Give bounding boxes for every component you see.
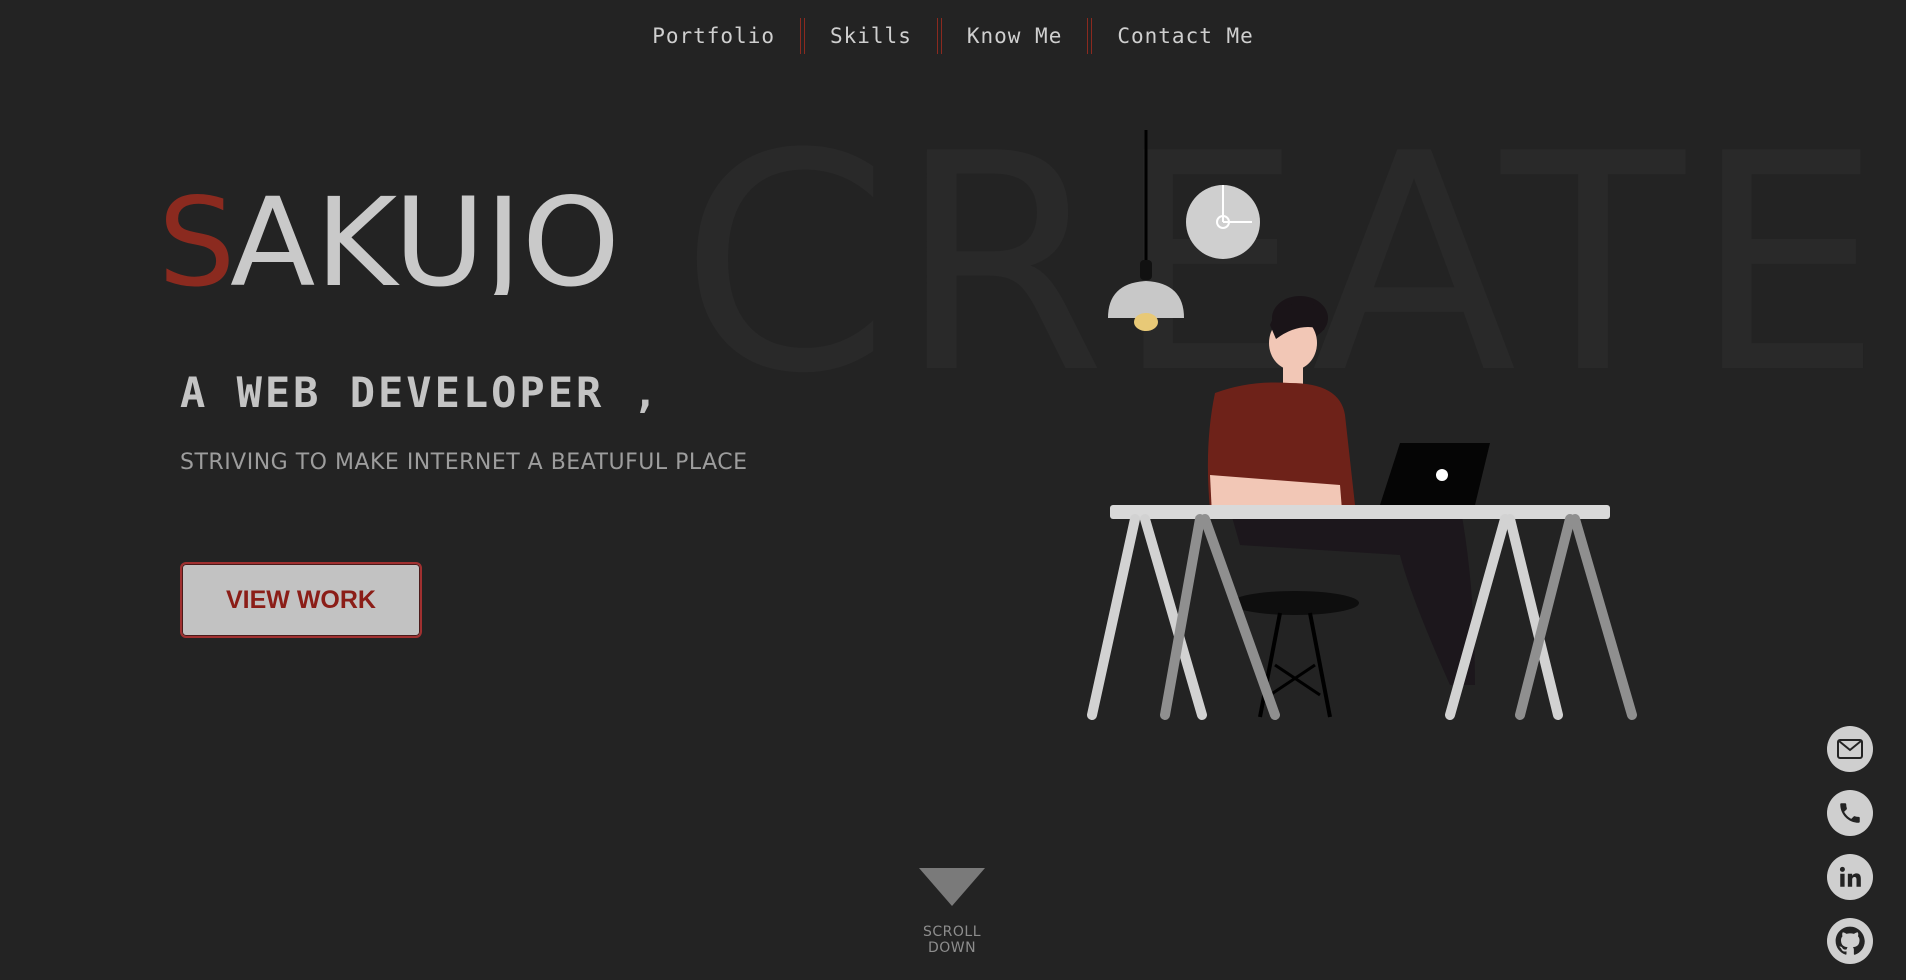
- top-nav: Portfolio Skills Know Me Contact Me: [0, 18, 1906, 54]
- linkedin-icon: [1839, 866, 1861, 887]
- email-button[interactable]: [1827, 726, 1873, 772]
- hero-tagline: STRIVING TO MAKE INTERNET A BEATUFUL PLA…: [180, 450, 748, 475]
- nav-item-know-me[interactable]: Know Me: [942, 24, 1088, 48]
- github-icon: [1835, 926, 1865, 955]
- scroll-down-label: SCROLL DOWN: [922, 924, 981, 956]
- linkedin-button[interactable]: [1827, 854, 1873, 900]
- hero-headline: A WEB DEVELOPER ,: [180, 368, 661, 417]
- mail-icon: [1837, 739, 1863, 759]
- github-button[interactable]: [1827, 918, 1873, 964]
- phone-button[interactable]: [1827, 790, 1873, 836]
- view-work-button[interactable]: VIEW WORK: [180, 562, 422, 638]
- scroll-down[interactable]: SCROLL DOWN: [900, 868, 1004, 956]
- triangle-down-icon: [919, 868, 985, 906]
- logo-first-letter: S: [158, 190, 235, 295]
- sakujo-logo: S AKUJO: [158, 190, 620, 295]
- nav-item-contact-me[interactable]: Contact Me: [1092, 24, 1278, 48]
- developer-illustration: [1087, 130, 1637, 720]
- nav-item-skills[interactable]: Skills: [805, 24, 937, 48]
- phone-icon: [1840, 803, 1860, 823]
- logo-rest: AKUJO: [230, 190, 620, 295]
- nav-item-portfolio[interactable]: Portfolio: [627, 24, 800, 48]
